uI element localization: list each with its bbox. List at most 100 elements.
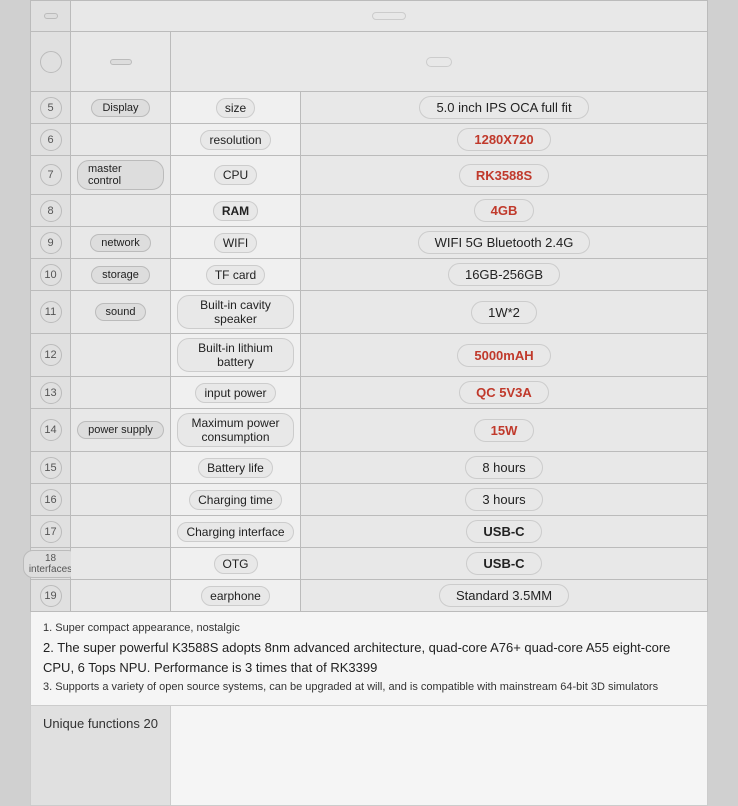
label-badge: sound	[95, 303, 147, 321]
col-num: 15	[31, 452, 71, 483]
col-num: 18 interfaces	[31, 548, 71, 579]
value-badge: 1280X720	[457, 128, 550, 151]
note-line: 3. Supports a variety of open source sys…	[43, 679, 695, 697]
num-badge: 7	[40, 164, 62, 186]
game-value-badge	[426, 57, 452, 67]
num-badge: 5	[40, 97, 62, 119]
sub-label: TF card	[206, 265, 265, 285]
label-badge: Display	[91, 99, 149, 117]
systems-num-badge	[44, 13, 58, 19]
value-badge: 16GB-256GB	[448, 263, 560, 286]
label-badge: storage	[91, 266, 150, 284]
value-badge: 1W*2	[471, 301, 537, 324]
col-label: sound	[71, 291, 171, 333]
col-num: 14	[31, 409, 71, 451]
col-sub: TF card	[171, 259, 301, 290]
col-value: Standard 3.5MM	[301, 580, 707, 611]
col-label	[71, 580, 171, 611]
table-row: 10 storage TF card 16GB-256GB	[31, 259, 707, 291]
col-value: 16GB-256GB	[301, 259, 707, 290]
col-sub: Maximum power consumption	[171, 409, 301, 451]
col-num: 9	[31, 227, 71, 258]
sub-label: Maximum power consumption	[177, 413, 294, 447]
table-row: 14 power supply Maximum power consumption 1…	[31, 409, 707, 452]
num-badge: 16	[40, 489, 62, 511]
col-num: 11	[31, 291, 71, 333]
col-sub: OTG	[171, 548, 301, 579]
col-value: 3 hours	[301, 484, 707, 515]
col-label	[71, 452, 171, 483]
col-sub: resolution	[171, 124, 301, 155]
col-value: USB-C	[301, 516, 707, 547]
col-num: 17	[31, 516, 71, 547]
col-value: USB-C	[301, 548, 707, 579]
col-value: 1W*2	[301, 291, 707, 333]
value-badge: Standard 3.5MM	[439, 584, 569, 607]
col-num: 8	[31, 195, 71, 226]
value-badge: 3 hours	[465, 488, 542, 511]
col-value: 8 hours	[301, 452, 707, 483]
num-badge: 15	[40, 457, 62, 479]
note-line: 1. Super compact appearance, nostalgic	[43, 620, 695, 638]
table-row: 18 interfaces OTG USB-C	[31, 548, 707, 580]
num-badge: 13	[40, 382, 62, 404]
col-label: storage	[71, 259, 171, 290]
sub-label: CPU	[214, 165, 257, 185]
col-sub: Built-in lithium battery	[171, 334, 301, 376]
col-label: network	[71, 227, 171, 258]
col-label: power supply	[71, 409, 171, 451]
value-badge: 4GB	[474, 199, 535, 222]
col-sub: CPU	[171, 156, 301, 194]
label-badge: master control	[77, 160, 164, 190]
value-badge: 15W	[474, 419, 535, 442]
value-badge: 5000mAH	[457, 344, 550, 367]
col-label	[71, 195, 171, 226]
sub-label: Built-in lithium battery	[177, 338, 294, 372]
num-badge: 8	[40, 200, 62, 222]
num-badge: 18 interfaces	[23, 550, 78, 578]
note-line: 2. The super powerful K3588S adopts 8nm …	[43, 638, 695, 680]
num-badge: 6	[40, 129, 62, 151]
table-row: 5Displaysize5.0 inch IPS OCA full fit	[31, 92, 707, 124]
sub-label: input power	[195, 383, 275, 403]
value-badge: USB-C	[466, 520, 541, 543]
num-badge: 17	[40, 521, 62, 543]
col-sub: earphone	[171, 580, 301, 611]
col-label	[71, 548, 171, 579]
col-value: 5000mAH	[301, 334, 707, 376]
col-value: WIFI 5G Bluetooth 2.4G	[301, 227, 707, 258]
col-label	[71, 334, 171, 376]
label-badge: power supply	[77, 421, 164, 439]
game-label	[71, 32, 171, 91]
page-container: 5Displaysize5.0 inch IPS OCA full fit6re…	[0, 0, 738, 806]
col-label: master control	[71, 156, 171, 194]
col-num: 12	[31, 334, 71, 376]
table-row: 15Battery life8 hours	[31, 452, 707, 484]
num-badge: 19	[40, 585, 62, 607]
col-value: 1280X720	[301, 124, 707, 155]
sub-label: earphone	[201, 586, 270, 606]
col-sub: WIFI	[171, 227, 301, 258]
col-label	[71, 124, 171, 155]
col-sub: input power	[171, 377, 301, 408]
unique-functions-label: Unique functions 20	[43, 716, 158, 731]
col-num: 19	[31, 580, 71, 611]
game-label-badge	[110, 59, 132, 65]
table-row: 16Charging time3 hours	[31, 484, 707, 516]
unique-label-col: Unique functions 20	[31, 706, 171, 805]
sub-label: Charging interface	[177, 522, 293, 542]
notes-section: 1. Super compact appearance, nostalgic2.…	[30, 612, 708, 706]
col-num: 5	[31, 92, 71, 123]
value-badge: 5.0 inch IPS OCA full fit	[419, 96, 588, 119]
col-label: Display	[71, 92, 171, 123]
sub-label: OTG	[214, 554, 258, 574]
game-num-badge	[40, 51, 62, 73]
num-badge: 14	[40, 419, 62, 441]
table-row: 8RAM4GB	[31, 195, 707, 227]
table-row: 17 Charging interface USB-C	[31, 516, 707, 548]
col-label	[71, 377, 171, 408]
label-badge: network	[90, 234, 151, 252]
col-value: RK3588S	[301, 156, 707, 194]
col-num: 13	[31, 377, 71, 408]
col-num: 10	[31, 259, 71, 290]
